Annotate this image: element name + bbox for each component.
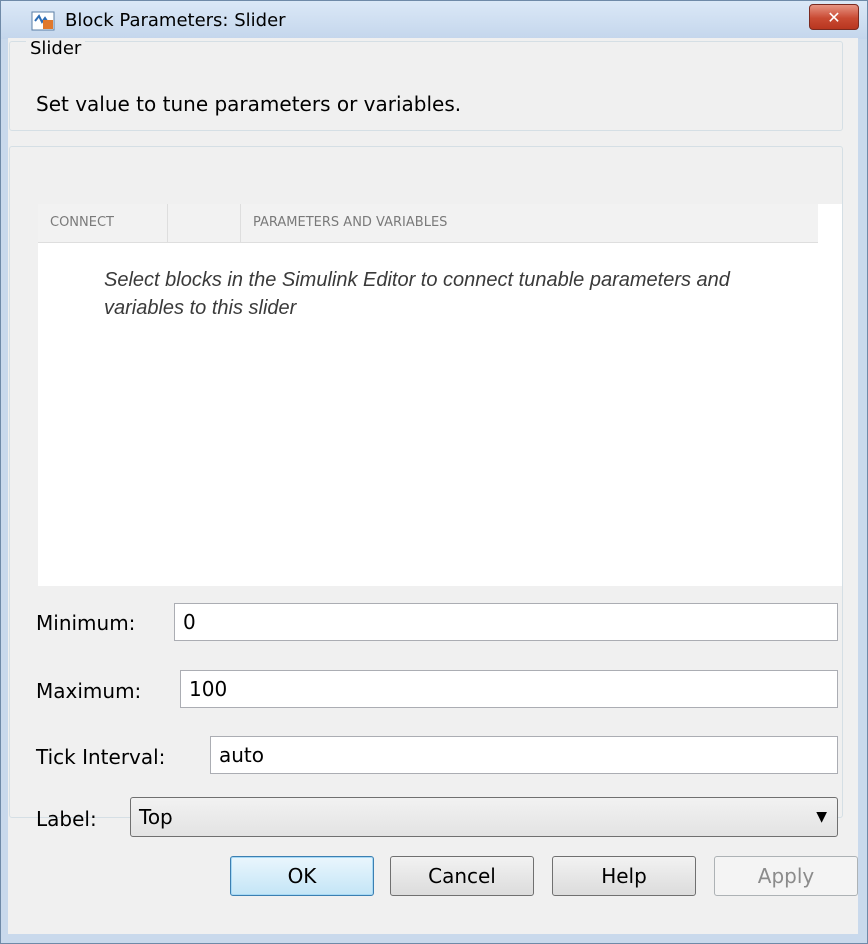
connect-table-header: CONNECT PARAMETERS AND VARIABLES [38, 204, 818, 243]
close-button[interactable]: ✕ [809, 4, 859, 30]
column-header-blank[interactable] [168, 204, 241, 242]
cancel-button[interactable]: Cancel [390, 856, 534, 896]
slider-group-box [9, 41, 843, 131]
minimum-label: Minimum: [36, 611, 136, 635]
connect-table[interactable]: CONNECT PARAMETERS AND VARIABLES Select … [38, 204, 842, 586]
column-header-connect[interactable]: CONNECT [38, 204, 168, 242]
slider-description: Set value to tune parameters or variable… [36, 92, 462, 116]
maximum-label: Maximum: [36, 679, 142, 703]
window-title: Block Parameters: Slider [65, 10, 286, 31]
tick-interval-input[interactable]: auto [210, 736, 838, 774]
label-position-select[interactable]: Top ▼ [130, 797, 838, 837]
minimum-input[interactable]: 0 [174, 603, 838, 641]
column-header-parameters-and-variables[interactable]: PARAMETERS AND VARIABLES [241, 204, 818, 242]
apply-button[interactable]: Apply [714, 856, 858, 896]
connect-empty-hint: Select blocks in the Simulink Editor to … [104, 269, 730, 319]
ok-button[interactable]: OK [230, 856, 374, 896]
help-button[interactable]: Help [552, 856, 696, 896]
simulink-block-icon [31, 11, 55, 31]
maximum-input[interactable]: 100 [180, 670, 838, 708]
label-position-value: Top [139, 805, 173, 829]
chevron-down-icon: ▼ [816, 809, 827, 825]
label-position-label: Label: [36, 807, 97, 831]
close-icon: ✕ [827, 7, 841, 27]
tick-interval-label: Tick Interval: [36, 745, 166, 769]
title-bar[interactable]: Block Parameters: Slider ✕ [1, 1, 867, 39]
slider-group-legend: Slider [26, 38, 86, 59]
